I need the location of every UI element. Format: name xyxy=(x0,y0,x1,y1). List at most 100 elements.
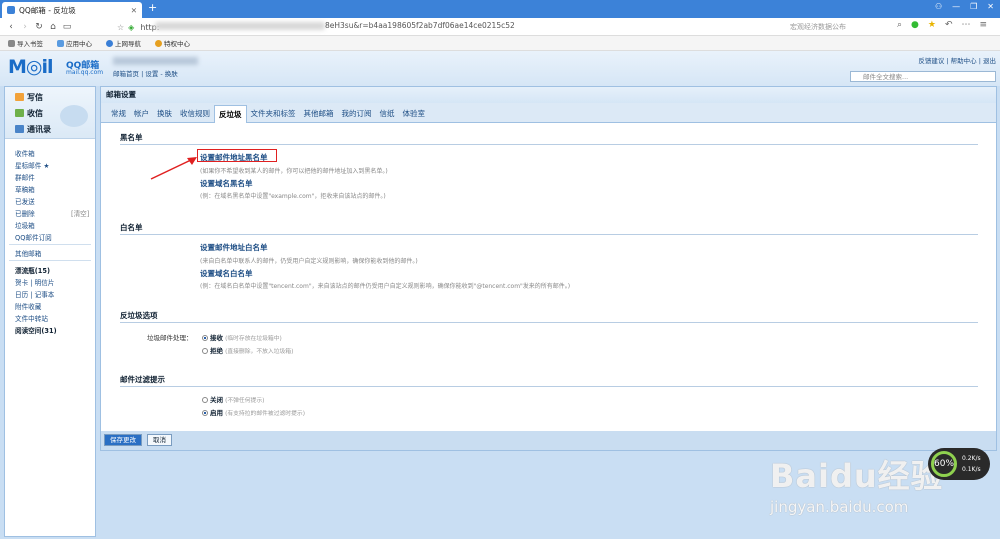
bookmark-nav[interactable]: 上网导航 xyxy=(106,38,141,48)
settings-title: 邮箱设置 xyxy=(101,87,996,103)
sidebar-item-drafts[interactable]: 草稿箱 xyxy=(15,184,35,194)
back-icon[interactable]: ‹ xyxy=(4,22,18,32)
top-links[interactable]: 反馈建议 | 帮助中心 | 退出 xyxy=(918,55,996,65)
tab-skin[interactable]: 换肤 xyxy=(153,105,176,122)
clear-deleted-link[interactable]: [清空] xyxy=(71,208,89,218)
sidebar-top: 写信 收信 通讯录 xyxy=(5,87,95,139)
tab-other-mailbox[interactable]: 其他邮箱 xyxy=(300,105,338,122)
tab-folders[interactable]: 文件夹和标签 xyxy=(247,105,300,122)
highlight-box xyxy=(197,149,277,162)
maximize-icon[interactable]: ❐ xyxy=(970,2,977,11)
url-text: 8eH3su&r=b4aa198605f2ab7df06ae14ce0215c5… xyxy=(325,21,515,30)
browser-search-input[interactable]: 宏观经济数据公布 xyxy=(790,21,890,33)
sidebar-item-other-mailbox[interactable]: 其他邮箱 xyxy=(15,248,41,258)
radio-checked-icon xyxy=(202,335,208,341)
user-info-redacted xyxy=(113,57,198,65)
undo-icon[interactable]: ↶ xyxy=(945,20,953,30)
settings-panel: 邮箱设置 常规 帐户 换肤 收信规则 反垃圾 文件夹和标签 其他邮箱 我的订阅 … xyxy=(100,86,997,451)
sidebar-item-subscription[interactable]: QQ邮件订阅 xyxy=(15,232,52,242)
forward-icon[interactable]: › xyxy=(18,22,32,32)
email-blacklist-hint: (如果你不希望收到某人的邮件，你可以把他的邮件地址加入到黑名单。) xyxy=(200,168,388,175)
section-divider xyxy=(120,144,978,145)
save-button[interactable]: 保存更改 xyxy=(104,434,142,446)
sidebar-item-sent[interactable]: 已发送 xyxy=(15,196,35,206)
minimize-icon[interactable]: — xyxy=(952,2,960,11)
cancel-button[interactable]: 取消 xyxy=(147,434,172,446)
close-window-icon[interactable]: ✕ xyxy=(987,2,994,11)
sidebar-item-attachments[interactable]: 附件收藏 xyxy=(15,301,41,311)
domain-blacklist-link[interactable]: 设置域名黑名单 xyxy=(200,178,253,189)
baidu-watermark: Baidu经验 xyxy=(770,457,944,495)
bookmark-import[interactable]: 导入书签 xyxy=(8,38,43,48)
menu-icon[interactable]: ≡ xyxy=(980,20,988,30)
qq-mail-favicon-icon xyxy=(7,6,15,14)
sidebar-item-cards[interactable]: 贺卡 | 明信片 xyxy=(15,277,54,287)
domain-blacklist-hint: (例：在域名黑名单中设置"example.com"，拒收来自该站点的邮件。) xyxy=(200,193,386,200)
section-divider xyxy=(120,386,978,387)
import-icon xyxy=(8,40,15,47)
shield-icon: ◈ xyxy=(128,22,135,32)
reading-mode-icon[interactable]: ▭ xyxy=(60,22,74,32)
sidebar-item-calendar[interactable]: 日历 | 记事本 xyxy=(15,289,54,299)
filter-off-radio[interactable]: 关闭 (不弹任何提示) xyxy=(202,394,264,404)
contacts-button[interactable]: 通讯录 xyxy=(15,124,51,135)
sidebar-item-group[interactable]: 群邮件 xyxy=(15,172,35,182)
sidebar-item-inbox[interactable]: 收件箱 xyxy=(15,148,35,158)
tab-antispam[interactable]: 反垃圾 xyxy=(214,105,247,123)
spam-handling-label: 垃圾邮件处理： xyxy=(147,334,193,342)
whitelist-heading: 白名单 xyxy=(120,223,143,232)
tab-rules[interactable]: 收信规则 xyxy=(176,105,214,122)
bookmark-privilege[interactable]: 特权中心 xyxy=(155,38,190,48)
url-redacted xyxy=(155,22,325,30)
refresh-icon[interactable]: ↻ xyxy=(32,22,46,32)
tab-title: QQ邮箱 - 反垃圾 xyxy=(19,5,76,15)
sidebar-item-spam[interactable]: 垃圾箱 xyxy=(15,220,35,230)
radio-unchecked-icon xyxy=(202,348,208,354)
mail-search-input[interactable]: 邮件全文搜索... xyxy=(850,71,996,82)
baidu-watermark-url: jingyan.baidu.com xyxy=(770,498,909,516)
spam-accept-radio[interactable]: 接收 (临时存放在垃圾箱中) xyxy=(202,332,282,342)
browser-right-icons: ⌕ ● ★ ↶ ⋯ ≡ xyxy=(897,20,987,30)
tab-labs[interactable]: 体验室 xyxy=(399,105,430,122)
favorites-icon[interactable]: ★ xyxy=(928,20,936,30)
email-whitelist-link[interactable]: 设置邮件地址白名单 xyxy=(200,242,268,253)
receive-icon xyxy=(15,109,24,117)
tab-general[interactable]: 常规 xyxy=(107,105,130,122)
tab-stationery[interactable]: 信纸 xyxy=(376,105,399,122)
domain-whitelist-link[interactable]: 设置域名白名单 xyxy=(200,268,253,279)
logo-domain: mail.qq.com xyxy=(66,69,104,76)
receive-button[interactable]: 收信 xyxy=(15,108,43,119)
upload-speed: 0.2K/s xyxy=(962,455,981,462)
write-button[interactable]: 写信 xyxy=(15,92,43,103)
filter-prompt-heading: 邮件过滤提示 xyxy=(120,375,165,384)
search-icon[interactable]: ⌕ xyxy=(897,20,902,30)
bookmark-apps[interactable]: 应用中心 xyxy=(57,38,92,48)
browser-tab[interactable]: QQ邮箱 - 反垃圾 ✕ xyxy=(2,2,142,18)
apps-icon xyxy=(57,40,64,47)
sidebar-item-file-transfer[interactable]: 文件中转站 xyxy=(15,313,48,323)
extension-icon[interactable]: ● xyxy=(911,20,919,30)
tab-account[interactable]: 帐户 xyxy=(130,105,153,122)
sidebar-item-reading[interactable]: 阅读空间(31) xyxy=(15,325,57,335)
more-icon[interactable]: ⋯ xyxy=(962,20,971,30)
bookmarks-bar: 导入书签 应用中心 上网导航 特权中心 xyxy=(0,36,1000,51)
sidebar-item-deleted[interactable]: 已删除 xyxy=(15,208,35,218)
close-tab-icon[interactable]: ✕ xyxy=(131,6,137,15)
spam-options-heading: 反垃圾选项 xyxy=(120,311,158,320)
sidebar-item-starred[interactable]: 星标邮件 ★ xyxy=(15,160,49,170)
radio-checked-icon xyxy=(202,410,208,416)
address-toolbar: ‹ › ↻ ⌂ ▭ ☆ ◈ http: 8eH3su&r=b4aa198605f… xyxy=(0,18,1000,36)
new-tab-button[interactable]: + xyxy=(148,1,157,14)
sidebar-divider xyxy=(9,260,91,261)
spam-reject-radio[interactable]: 拒绝 (直接删除，不放入垃圾箱) xyxy=(202,345,293,355)
tab-subscriptions[interactable]: 我的订阅 xyxy=(338,105,376,122)
filter-on-radio[interactable]: 启用 (有支持拉的邮件被过滤时提示) xyxy=(202,407,305,417)
home-icon[interactable]: ⌂ xyxy=(46,22,60,32)
sidebar-item-drift-bottle[interactable]: 漂流瓶(15) xyxy=(15,265,50,275)
qq-mail-logo[interactable]: M◎il xyxy=(8,56,54,78)
network-speed-widget[interactable]: 60% 0.2K/s 0.1K/s xyxy=(928,448,990,480)
star-icon[interactable]: ☆ xyxy=(117,23,124,32)
header-links[interactable]: 邮箱首页 | 设置 - 换肤 xyxy=(113,68,178,78)
domain-whitelist-hint: (例：在域名白名单中设置"tencent.com"，来自该站点的邮件仍受用户自定… xyxy=(200,283,571,290)
user-icon[interactable]: ⚇ xyxy=(935,2,942,11)
